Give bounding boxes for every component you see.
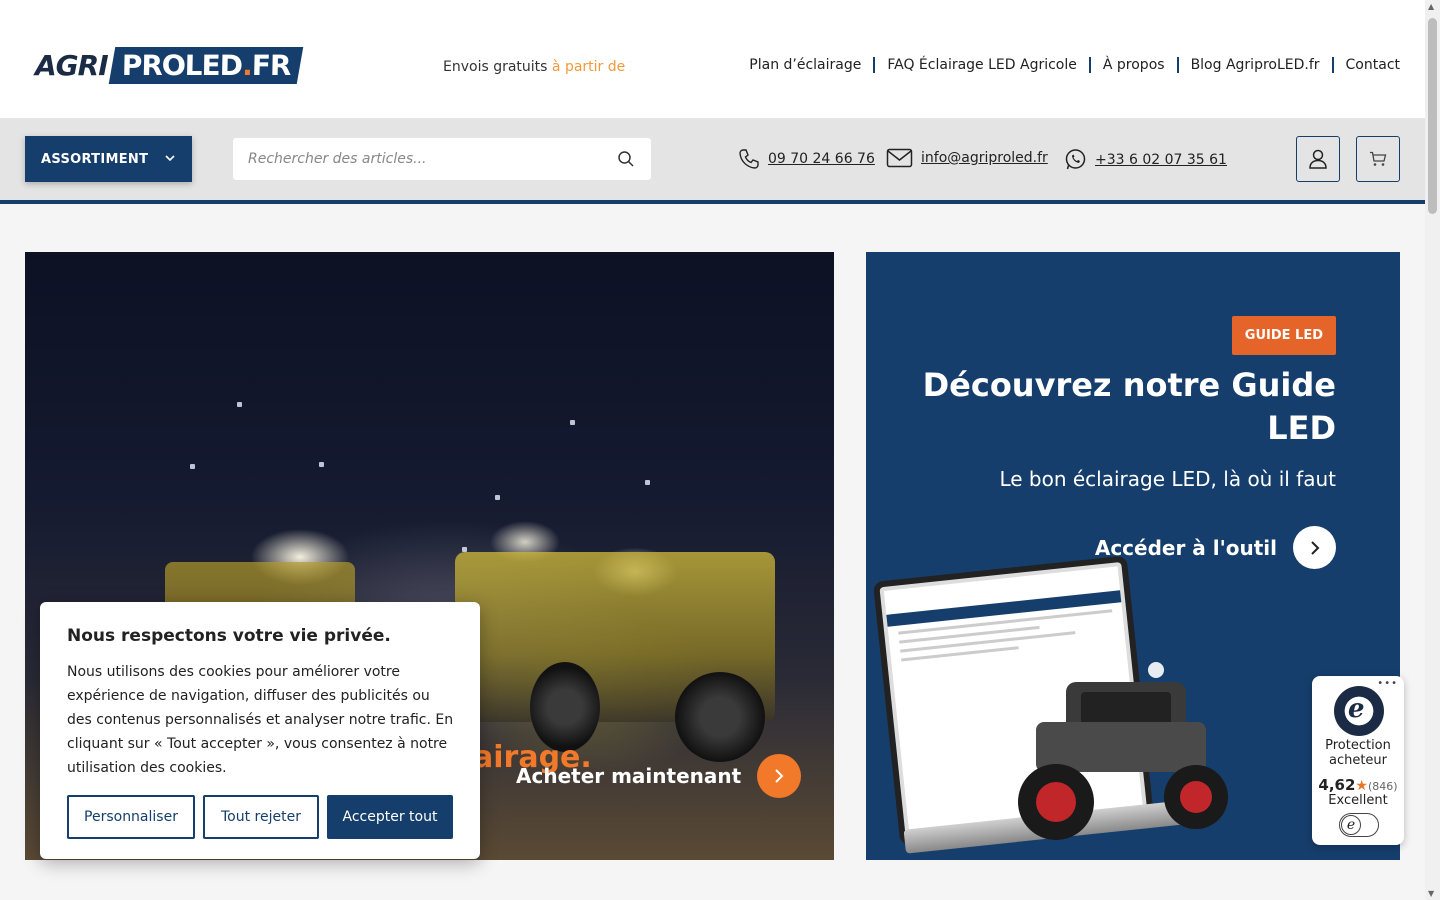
star-icon: ★: [1355, 778, 1368, 794]
cookie-actions: Personnaliser Tout rejeter Accepter tout: [67, 795, 461, 839]
scroll-down-icon[interactable]: ▼: [1428, 889, 1434, 898]
user-icon: [1309, 149, 1327, 169]
logo-tld: FR: [248, 48, 293, 82]
hero-cta[interactable]: Acheter maintenant: [516, 754, 802, 798]
rating-score: 4,62: [1318, 776, 1356, 794]
hero-wheel: [530, 662, 600, 752]
guide-cta-label: Accéder à l'outil: [1094, 535, 1277, 560]
cookie-accept-button[interactable]: Accepter tout: [327, 795, 453, 839]
guide-title: Découvrez notre Guide LED: [922, 366, 1336, 447]
guide-cta[interactable]: Accéder à l'outil: [1095, 526, 1336, 569]
hero-cta-label: Acheter maintenant: [516, 764, 742, 788]
scrollbar-thumb[interactable]: [1428, 18, 1437, 214]
logo-proled: PROLED: [118, 48, 245, 82]
contact-whatsapp[interactable]: +33 6 02 07 35 61: [1064, 148, 1227, 171]
cookie-reject-button[interactable]: Tout rejeter: [203, 795, 319, 839]
decor-light: [645, 480, 650, 485]
buyer-protection: Protection acheteur: [1325, 738, 1391, 768]
decor-light: [495, 495, 500, 500]
rating-grade: Excellent: [1328, 793, 1388, 808]
decor-light: [570, 420, 575, 425]
mail-icon: [886, 148, 913, 168]
shipping-highlight: à partir de 20: [551, 59, 631, 75]
search-input[interactable]: [233, 138, 593, 180]
decor-light: [319, 462, 324, 467]
chevron-down-icon: [165, 155, 175, 162]
nav-about[interactable]: À propos: [1091, 57, 1179, 73]
cart-icon: [1370, 151, 1387, 166]
trusted-shops-seal: e: [1334, 686, 1384, 736]
toggle-e-icon: e: [1341, 815, 1361, 835]
cookie-dialog: Nous respectons votre vie privée. Nous u…: [40, 602, 480, 859]
contact-email[interactable]: info@agriproled.fr: [886, 148, 1048, 168]
logo-right: PROLED.FR: [108, 46, 304, 84]
whatsapp-number: +33 6 02 07 35 61: [1095, 151, 1227, 168]
phone-icon: [739, 149, 759, 169]
phone-number: 09 70 24 66 76: [768, 151, 875, 167]
nav-contact[interactable]: Contact: [1334, 57, 1400, 73]
cookie-body: Nous utilisons des cookies pour améliore…: [67, 664, 454, 776]
site-logo[interactable]: AGRI PROLED.FR: [35, 45, 304, 85]
trusted-shops-badge[interactable]: ••• e Protection acheteur 4,62★(846) Exc…: [1312, 676, 1404, 845]
contact-phone[interactable]: 09 70 24 66 76: [738, 148, 875, 170]
email-address: info@agriproled.fr: [921, 150, 1048, 166]
shipping-text: Envois gratuits: [443, 59, 552, 75]
nav-blog[interactable]: Blog AgriproLED.fr: [1179, 57, 1334, 73]
assortment-button[interactable]: ASSORTIMENT: [25, 136, 192, 182]
hero-wheel: [675, 672, 765, 762]
seal-e-icon: e: [1348, 694, 1365, 724]
nav-lighting-plan[interactable]: Plan d’éclairage: [737, 57, 876, 73]
account-button[interactable]: [1296, 136, 1340, 182]
top-navigation: Plan d’éclairage FAQ Éclairage LED Agric…: [737, 57, 1400, 73]
guide-badge: GUIDE LED: [1231, 316, 1336, 355]
page-scrollbar[interactable]: ▲ ▼: [1425, 0, 1440, 900]
search-box: [233, 138, 651, 180]
decor-light: [190, 464, 195, 469]
cookie-customize-button[interactable]: Personnaliser: [67, 795, 195, 839]
header: AGRI PROLED.FR Envois gratuits à partir …: [0, 0, 1425, 118]
cookie-title: Nous respectons votre vie privée.: [67, 626, 391, 646]
tractor-illustration: [1018, 662, 1228, 840]
shipping-banner: Envois gratuits à partir de 20: [443, 59, 631, 75]
decor-light: [237, 402, 242, 407]
guide-cta-arrow[interactable]: [1293, 526, 1336, 569]
rating-row: 4,62★(846): [1312, 776, 1404, 794]
guide-subtitle: Le bon éclairage LED, là où il faut: [999, 467, 1336, 491]
chevron-right-icon: [775, 769, 784, 783]
search-icon[interactable]: [617, 150, 635, 168]
trusted-toggle[interactable]: e: [1339, 813, 1379, 837]
cart-button[interactable]: [1356, 136, 1400, 182]
hero-cta-arrow[interactable]: [757, 754, 802, 798]
more-icon[interactable]: •••: [1377, 678, 1398, 689]
assortment-label: ASSORTIMENT: [41, 151, 149, 167]
chevron-right-icon: [1310, 540, 1319, 555]
logo-left: AGRI: [35, 48, 109, 82]
whatsapp-icon: [1065, 149, 1086, 170]
search-band: ASSORTIMENT 09 70 24 66 76 info@agriprol…: [0, 118, 1425, 204]
rating-count: (846): [1367, 780, 1398, 793]
scroll-up-icon[interactable]: ▲: [1428, 2, 1434, 11]
nav-faq[interactable]: FAQ Éclairage LED Agricole: [875, 57, 1091, 73]
